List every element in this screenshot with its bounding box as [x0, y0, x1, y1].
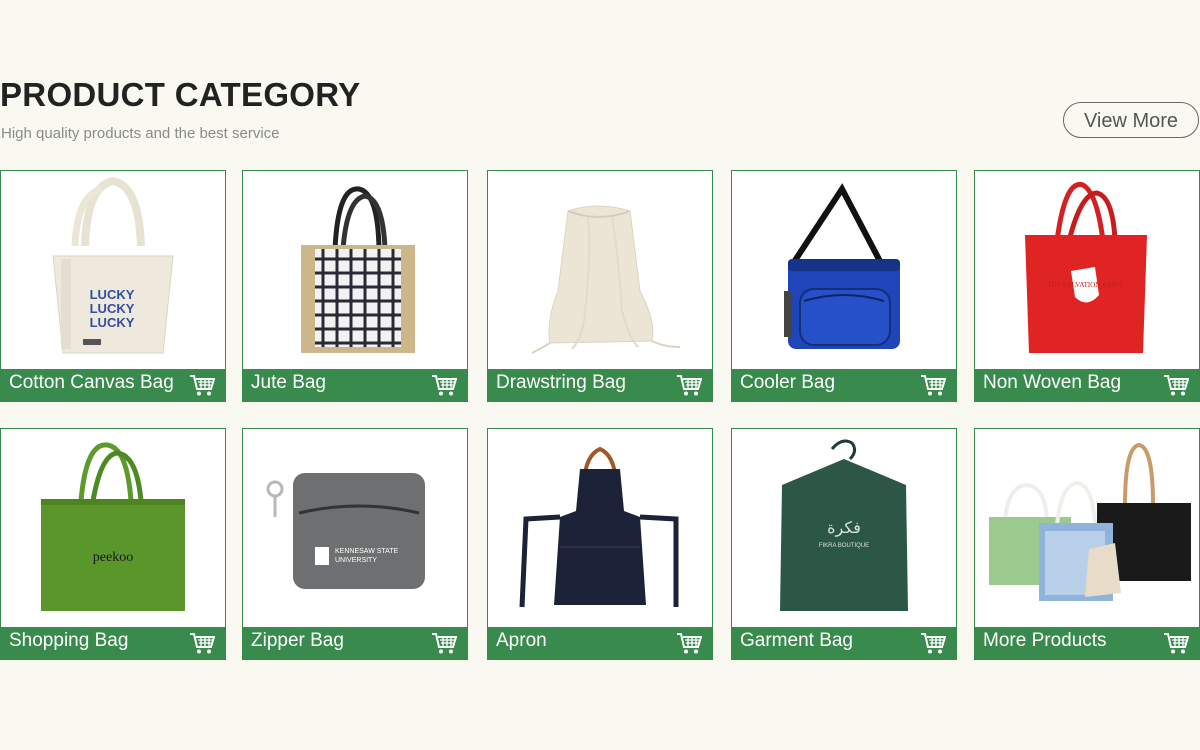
- product-label-bar: Cotton Canvas Bag: [1, 369, 225, 401]
- cart-icon[interactable]: [1163, 631, 1189, 655]
- section-title: PRODUCT CATEGORY: [0, 76, 361, 113]
- product-label: Jute Bag: [251, 372, 326, 393]
- product-card-apron[interactable]: Apron: [487, 428, 713, 660]
- cart-icon[interactable]: [189, 631, 215, 655]
- product-label: More Products: [983, 630, 1107, 651]
- product-card-cotton-canvas-bag[interactable]: LUCKY LUCKY LUCKY Cotton Canvas Bag: [0, 170, 226, 402]
- drawstring-bag-image: [531, 205, 681, 354]
- cart-icon[interactable]: [431, 373, 457, 397]
- shopping-bag-image: peekoo: [41, 442, 185, 611]
- bag-print-text: FIKRA BOUTIQUE: [819, 543, 869, 549]
- product-label: Non Woven Bag: [983, 372, 1122, 393]
- cart-icon[interactable]: [920, 631, 946, 655]
- cart-icon[interactable]: [189, 373, 215, 397]
- cooler-bag-image: [784, 183, 900, 349]
- product-label: Zipper Bag: [251, 630, 344, 651]
- product-card-cooler-bag[interactable]: Cooler Bag: [731, 170, 957, 402]
- jute-bag-image: [301, 186, 415, 353]
- product-card-non-woven-bag[interactable]: THE SALVATION ARMY Non Woven Bag: [974, 170, 1200, 402]
- zipper-bag-image: KENNESAW STATE UNIVERSITY: [266, 473, 425, 589]
- section-subtitle: High quality products and the best servi…: [1, 125, 280, 142]
- svg-text:UNIVERSITY: UNIVERSITY: [335, 557, 377, 564]
- cotton-canvas-bag-image: LUCKY LUCKY LUCKY: [52, 176, 174, 354]
- cart-icon[interactable]: [1163, 373, 1189, 397]
- apron-image: [519, 446, 679, 608]
- bag-print-text: peekoo: [93, 550, 133, 565]
- product-card-garment-bag[interactable]: فكرة FIKRA BOUTIQUE Garment Bag: [731, 428, 957, 660]
- product-label: Cooler Bag: [740, 372, 836, 393]
- product-label-bar: More Products: [975, 627, 1199, 659]
- product-label-bar: Drawstring Bag: [488, 369, 712, 401]
- product-label: Garment Bag: [740, 630, 853, 651]
- product-card-zipper-bag[interactable]: KENNESAW STATE UNIVERSITY Zipper Bag: [242, 428, 468, 660]
- svg-text:LUCKY: LUCKY: [90, 301, 135, 316]
- product-label-bar: Garment Bag: [732, 627, 956, 659]
- product-card-more-products[interactable]: More Products: [974, 428, 1200, 660]
- non-woven-bag-image: THE SALVATION ARMY: [1025, 182, 1147, 353]
- product-label: Apron: [496, 630, 547, 651]
- garment-bag-image: فكرة FIKRA BOUTIQUE: [780, 439, 908, 611]
- product-card-shopping-bag[interactable]: peekoo Shopping Bag: [0, 428, 226, 660]
- cart-icon[interactable]: [920, 373, 946, 397]
- product-label-bar: Jute Bag: [243, 369, 467, 401]
- more-products-image: [989, 442, 1191, 601]
- bag-print-text: KENNESAW STATE: [335, 548, 399, 555]
- bag-print-text: THE SALVATION ARMY: [1047, 281, 1122, 289]
- product-label: Cotton Canvas Bag: [9, 372, 174, 393]
- product-card-drawstring-bag[interactable]: Drawstring Bag: [487, 170, 713, 402]
- cart-icon[interactable]: [676, 373, 702, 397]
- product-card-jute-bag[interactable]: Jute Bag: [242, 170, 468, 402]
- svg-text:فكرة: فكرة: [827, 520, 861, 537]
- product-label-bar: Apron: [488, 627, 712, 659]
- cart-icon[interactable]: [431, 631, 457, 655]
- svg-text:LUCKY: LUCKY: [90, 315, 135, 330]
- product-label: Drawstring Bag: [496, 372, 626, 393]
- product-label: Shopping Bag: [9, 630, 129, 651]
- view-more-button[interactable]: View More: [1063, 102, 1199, 138]
- product-label-bar: Zipper Bag: [243, 627, 467, 659]
- cart-icon[interactable]: [676, 631, 702, 655]
- product-label-bar: Cooler Bag: [732, 369, 956, 401]
- product-label-bar: Shopping Bag: [1, 627, 225, 659]
- bag-print-text: LUCKY: [90, 287, 135, 302]
- product-label-bar: Non Woven Bag: [975, 369, 1199, 401]
